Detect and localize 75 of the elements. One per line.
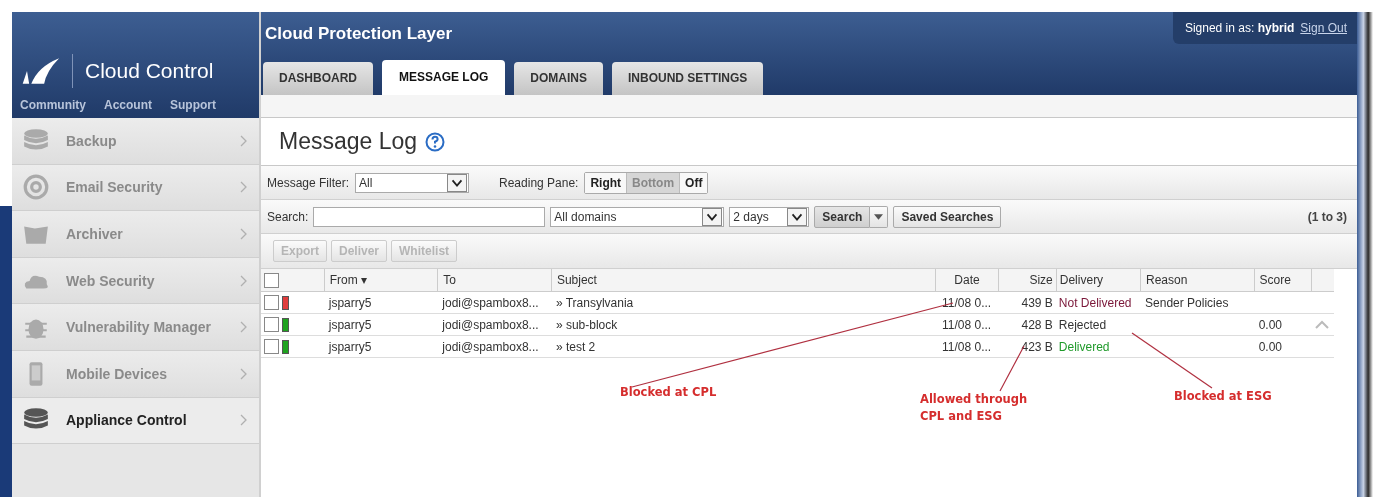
sign-out-link[interactable]: Sign Out [1300,21,1347,35]
domain-dropdown[interactable]: All domains [550,206,725,227]
table-cell-text: » Transylvania [554,294,635,312]
row-checkbox[interactable] [264,295,279,310]
search-field[interactable] [313,206,546,227]
nav-tab[interactable]: MESSAGE LOG [382,60,506,95]
table-cell-text: » sub-block [554,316,619,334]
chevron-right-icon [240,321,247,334]
column-header[interactable]: From ▾ [323,269,438,291]
chevron-right-icon [240,274,247,287]
brand-link[interactable]: Account [104,98,152,112]
table-cell-text: 428 B [1020,316,1054,334]
reading-pane-option[interactable]: Off [680,172,708,193]
table-cell-text: 439 B [1020,294,1054,312]
table-cell-text: » test 2 [554,338,597,356]
row-checkbox[interactable] [264,339,279,354]
table-cell-text: jodi@spambox8... [441,294,540,312]
caret-icon [447,173,468,192]
table-cell-text: 11/08 0... [941,338,993,356]
caret-icon [787,207,808,226]
column-header[interactable]: Subject [550,269,936,291]
table-cell-text: Rejected [1057,316,1108,334]
column-header[interactable]: To [437,269,551,291]
select-all-checkbox[interactable] [264,272,279,288]
caret-icon [874,213,884,220]
brand-link[interactable]: Community [20,98,86,112]
chevron-right-icon [240,367,247,380]
annotation-text: Blocked at CPL [620,384,717,401]
nav-tab[interactable]: DASHBOARD [263,62,373,95]
signed-in-text: Signed in as: hybrid [1184,21,1295,35]
search-label: Search: [267,209,309,224]
column-header[interactable]: Score [1253,269,1311,291]
nav-tab[interactable]: INBOUND SETTINGS [612,62,764,95]
caret-icon [702,207,723,226]
filter-label: Message Filter: [267,175,350,190]
table-cell: Sender Policies [1145,295,1229,310]
table-cell: 0.00 [1258,339,1282,354]
app-title: Cloud Protection Layer [265,24,453,44]
search-options-button[interactable] [870,205,889,228]
reading-pane-label: Reading Pane: [499,175,579,190]
page-title: Message Log [279,128,418,155]
result-count: (1 to 3) [1307,209,1347,224]
column-header[interactable]: Delivery [1055,269,1140,291]
annotation-text: Allowed through CPL and ESG [920,391,1029,425]
reading-pane-option[interactable]: Right [585,172,628,193]
table-cell-text: jsparry5 [327,338,373,356]
table-cell-text: 423 B [1020,338,1054,356]
table-cell-text: jsparry5 [327,294,373,312]
search-button[interactable]: Search [814,205,871,228]
brand-link[interactable]: Support [170,98,216,112]
chevron-right-icon [240,134,247,147]
table-cell-text: jsparry5 [327,316,373,334]
brand-name: Cloud Control [85,59,214,83]
table-cell-text: 11/08 0... [941,316,993,334]
column-header[interactable]: Reason [1140,269,1254,291]
chevron-right-icon [240,414,247,427]
date-range-dropdown[interactable]: 2 days [729,206,810,227]
table-cell-text: jodi@spambox8... [441,338,540,356]
help-icon[interactable] [425,131,446,152]
chevron-right-icon [240,228,247,240]
table-cell: 0.00 [1258,317,1282,332]
chevron-right-icon [240,181,247,194]
nav-tab[interactable]: DOMAINS [514,62,603,95]
column-header[interactable]: Date [935,269,998,291]
table-cell-text: Not Delivered [1057,294,1133,312]
table-cell-text: Delivered [1057,338,1111,356]
sidebar-item[interactable]: Appliance Control [12,397,259,445]
annotation-text: Blocked at ESG [1174,388,1272,405]
table-cell-text: 11/08 0... [941,294,993,312]
column-header[interactable]: Size [997,269,1056,291]
row-checkbox[interactable] [264,317,279,332]
table-cell-text: jodi@spambox8... [441,316,540,334]
scroll-up-icon[interactable] [1315,320,1330,329]
saved-searches-button[interactable]: Saved Searches [893,205,1002,228]
message-filter-dropdown[interactable]: All [355,172,470,193]
